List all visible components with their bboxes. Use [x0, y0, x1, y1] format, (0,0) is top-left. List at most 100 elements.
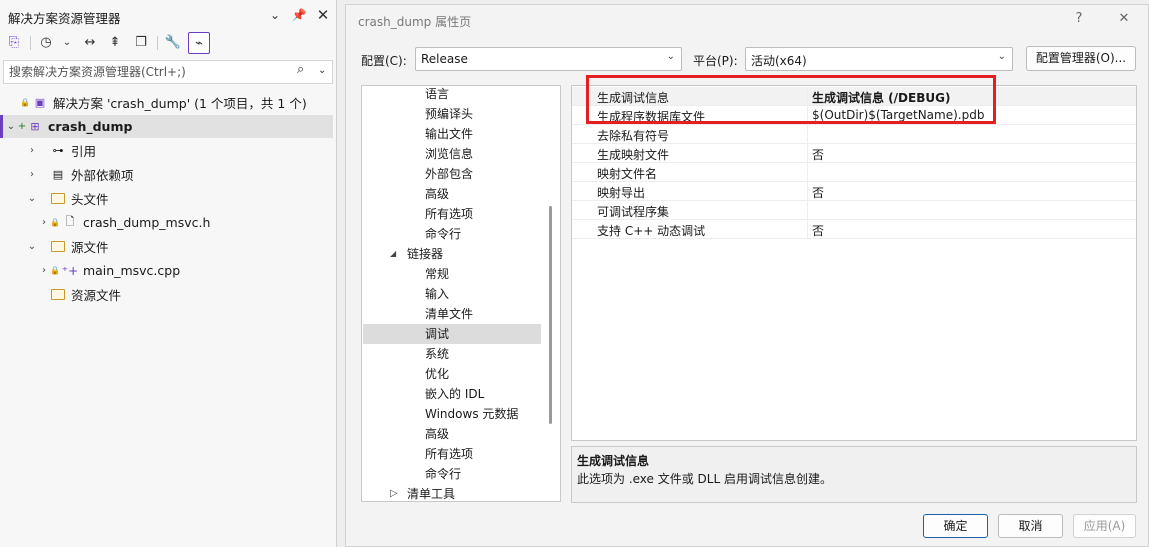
lock-icon: 🔒	[20, 98, 30, 107]
collapse-all-icon[interactable]: ⇞	[104, 32, 126, 54]
nav-item[interactable]: 预编译头	[425, 104, 473, 124]
nav-item[interactable]: 清单文件	[425, 304, 473, 324]
copy-icon[interactable]: ❐	[130, 32, 152, 54]
external-dependencies-icon: ▤	[52, 168, 64, 181]
chevron-down-icon[interactable]: ⌄	[266, 6, 284, 24]
nav-item[interactable]: 命令行	[425, 224, 461, 244]
config-manager-button[interactable]: 配置管理器(O)...	[1026, 46, 1136, 71]
tree-header-file[interactable]: › 🔒 🗋 crash_dump_msvc.h	[0, 211, 333, 234]
property-row[interactable]: 支持 C++ 动态调试 否	[572, 220, 1136, 239]
platform-select[interactable]: 活动(x64) ⌄	[745, 47, 1013, 71]
apply-button[interactable]: 应用(A)	[1073, 514, 1136, 538]
tree-source-files-node[interactable]: ⌄ 源文件	[0, 235, 333, 258]
nav-item[interactable]: 嵌入的 IDL	[425, 384, 484, 404]
toolbar-divider	[157, 36, 158, 50]
sync-views-icon[interactable]: ⎘	[3, 32, 25, 54]
header-file-icon: 🗋	[65, 215, 75, 228]
tree-references-node[interactable]: › ⊶ 引用	[0, 139, 333, 162]
chevron-down-icon[interactable]: ⌄	[5, 121, 17, 132]
dropdown-icon[interactable]: ⌄	[56, 32, 78, 54]
dialog-title: crash_dump 属性页	[358, 15, 472, 29]
property-nav-tree: 语言 预编译头 输出文件 浏览信息 外部包含 高级 所有选项 命令行 ◢ 链接器…	[361, 85, 561, 502]
collapse-triangle-icon[interactable]: ◢	[390, 244, 396, 264]
lock-icon: 🔒	[50, 218, 60, 227]
nav-item[interactable]: 命令行	[425, 464, 461, 484]
tree-label: crash_dump_msvc.h	[82, 215, 211, 230]
lock-icon: 🔒	[50, 266, 60, 275]
solution-search-input[interactable]	[9, 64, 279, 80]
property-key: 映射导出	[597, 186, 646, 200]
tree-project-node[interactable]: ⌄ + ⊞ crash_dump	[0, 115, 333, 138]
nav-item[interactable]: Windows 元数据	[425, 404, 518, 424]
nav-item[interactable]: 系统	[425, 344, 449, 364]
tree-header-files-node[interactable]: ⌄ 头文件	[0, 187, 333, 210]
chevron-down-icon: ⌄	[666, 51, 675, 62]
ok-button[interactable]: 确定	[923, 514, 988, 538]
search-icon[interactable]: ⌕	[297, 62, 304, 77]
config-label: 配置(C):	[361, 54, 407, 68]
tree-label: 源文件	[71, 240, 109, 255]
nav-item[interactable]: 语言	[425, 86, 449, 104]
property-row[interactable]: 生成映射文件 否	[572, 144, 1136, 163]
nav-item[interactable]: 高级	[425, 184, 449, 204]
property-value[interactable]: 否	[812, 146, 824, 163]
nav-item[interactable]: 输入	[425, 284, 449, 304]
pin-icon[interactable]: 📌	[290, 6, 308, 24]
property-row[interactable]: 映射导出 否	[572, 182, 1136, 201]
chevron-right-icon[interactable]: ›	[38, 217, 50, 228]
nav-item[interactable]: 优化	[425, 364, 449, 384]
history-icon[interactable]: ◷	[35, 32, 57, 54]
nav-item[interactable]: 浏览信息	[425, 144, 473, 164]
property-key: 映射文件名	[597, 167, 658, 181]
solution-explorer-title: 解决方案资源管理器	[8, 11, 121, 26]
property-value[interactable]: 否	[812, 222, 824, 239]
chevron-down-icon[interactable]: ⌄	[26, 193, 38, 204]
nav-item[interactable]: 输出文件	[425, 124, 473, 144]
nav-manifest-tool-node[interactable]: 清单工具	[407, 484, 455, 501]
solution-icon: ▣	[34, 96, 46, 109]
solution-explorer-panel: 解决方案资源管理器 ⌄ 📌 ✕ ⎘ ◷ ⌄ ↔ ⇞ ❐ 🔧 ⌁ ⌕ ⌄ 🔒 ▣ …	[0, 0, 337, 547]
solution-search-box[interactable]: ⌕ ⌄	[3, 60, 333, 84]
toolbar-divider	[30, 36, 31, 50]
folder-icon	[50, 240, 66, 254]
nav-item[interactable]: 高级	[425, 424, 449, 444]
help-icon[interactable]: ?	[1069, 11, 1089, 29]
nav-item[interactable]: 外部包含	[425, 164, 473, 184]
tree-external-deps-node[interactable]: › ▤ 外部依赖项	[0, 163, 333, 186]
nav-item[interactable]: 所有选项	[425, 204, 473, 224]
tree-resource-files-node[interactable]: 资源文件	[0, 283, 333, 306]
tree-label: 头文件	[71, 192, 109, 207]
properties-wrench-icon[interactable]: 🔧	[162, 32, 184, 54]
back-forward-icon[interactable]: ↔	[79, 32, 101, 54]
search-options-chevron-icon[interactable]: ⌄	[318, 65, 326, 76]
preview-selected-icon[interactable]: ⌁	[188, 32, 210, 54]
property-row[interactable]: 去除私有符号	[572, 125, 1136, 144]
tree-source-file[interactable]: › 🔒 ⁺+ main_msvc.cpp	[0, 259, 333, 282]
chevron-right-icon[interactable]: ›	[26, 169, 38, 180]
nav-item[interactable]: 常规	[425, 264, 449, 284]
nav-linker-node[interactable]: 链接器	[407, 244, 443, 264]
close-icon[interactable]: ✕	[1114, 11, 1134, 29]
cancel-button[interactable]: 取消	[998, 514, 1063, 538]
chevron-down-icon[interactable]: ⌄	[26, 241, 38, 252]
config-select[interactable]: Release ⌄	[415, 47, 682, 71]
property-value[interactable]: 否	[812, 184, 824, 201]
folder-icon	[50, 192, 66, 206]
nav-scrollbar-thumb[interactable]	[549, 206, 552, 424]
cpp-file-icon: ⁺+	[61, 263, 79, 278]
nav-item[interactable]: 所有选项	[425, 444, 473, 464]
property-row[interactable]: 可调试程序集	[572, 201, 1136, 220]
nav-item-debug-selected[interactable]: 调试	[425, 324, 449, 344]
tree-solution-node[interactable]: 🔒 ▣ 解决方案 'crash_dump' (1 个项目，共 1 个)	[0, 91, 333, 114]
property-row[interactable]: 映射文件名	[572, 163, 1136, 182]
expand-triangle-icon[interactable]: ▷	[390, 484, 398, 501]
close-icon[interactable]: ✕	[314, 6, 332, 24]
property-grid: 生成调试信息 生成调试信息 (/DEBUG) 生成程序数据库文件 $(OutDi…	[571, 85, 1137, 441]
chevron-right-icon[interactable]: ›	[26, 145, 38, 156]
description-title: 生成调试信息	[577, 454, 650, 468]
tree-label: 外部依赖项	[71, 168, 134, 183]
chevron-right-icon[interactable]: ›	[38, 265, 50, 276]
red-highlight-annotation	[586, 75, 996, 124]
description-text: 此选项为 .exe 文件或 DLL 启用调试信息创建。	[577, 472, 832, 486]
property-description-panel: 生成调试信息 此选项为 .exe 文件或 DLL 启用调试信息创建。	[571, 446, 1137, 503]
